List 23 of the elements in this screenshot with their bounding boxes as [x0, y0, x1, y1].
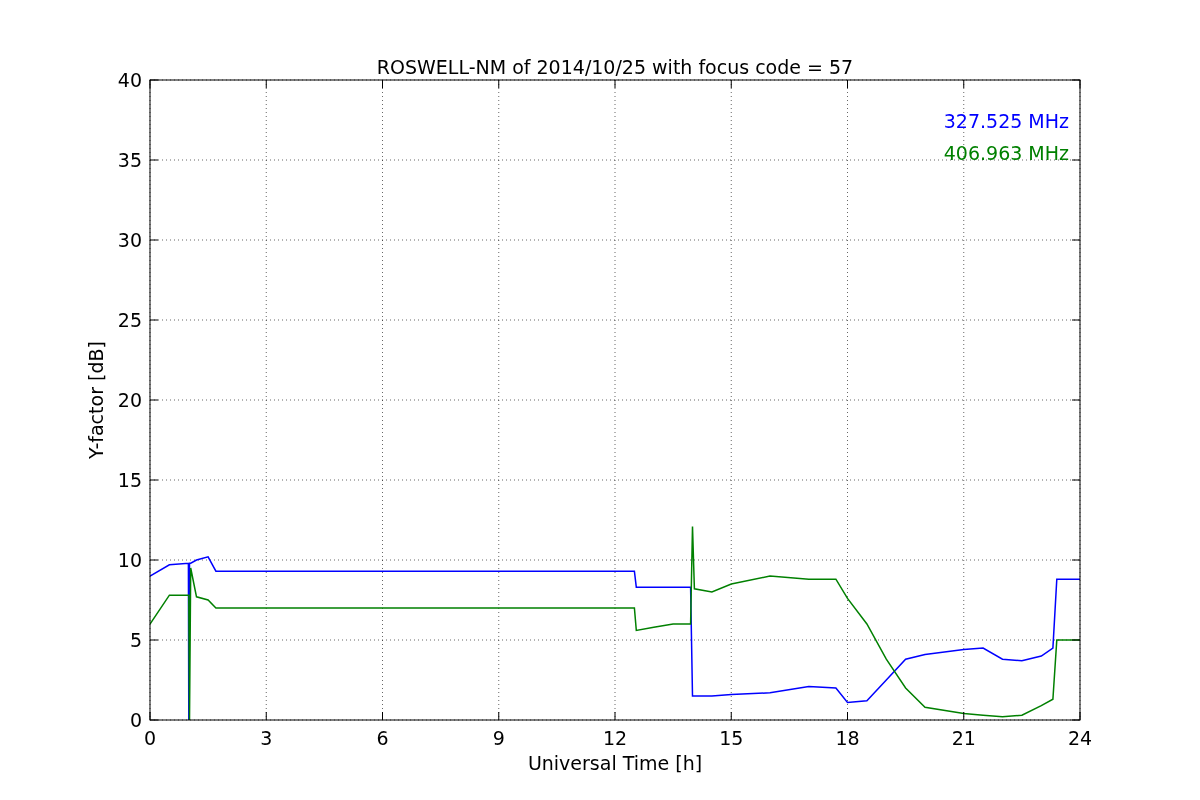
x-tick-label: 0	[143, 727, 157, 749]
x-tick-label: 12	[602, 727, 628, 749]
chart-title: ROSWELL-NM of 2014/10/25 with focus code = 57	[376, 56, 854, 78]
x-tick-label: 21	[951, 727, 976, 749]
x-tick-label: 6	[376, 727, 389, 749]
y-tick-label: 0	[129, 709, 142, 731]
x-tick-label: 15	[719, 727, 744, 749]
y-tick-label: 15	[117, 469, 142, 491]
x-tick-label: 18	[835, 727, 860, 749]
y-tick-label: 10	[117, 549, 142, 571]
x-tick-label: 24	[1067, 727, 1093, 749]
x-axis-label: Universal Time [h]	[527, 752, 703, 774]
y-axis-label: Y-factor [dB]	[85, 341, 107, 459]
y-tick-label: 40	[117, 69, 142, 91]
y-tick-label: 30	[117, 229, 142, 251]
legend-label: 327.525 MHz	[943, 110, 1069, 132]
legend-label: 406.963 MHz	[943, 142, 1069, 164]
x-tick-label: 9	[492, 727, 505, 749]
y-tick-label: 25	[117, 309, 142, 331]
y-tick-label: 20	[117, 389, 142, 411]
y-tick-label: 35	[117, 149, 142, 171]
y-tick-label: 5	[129, 629, 142, 651]
x-tick-label: 3	[260, 727, 273, 749]
